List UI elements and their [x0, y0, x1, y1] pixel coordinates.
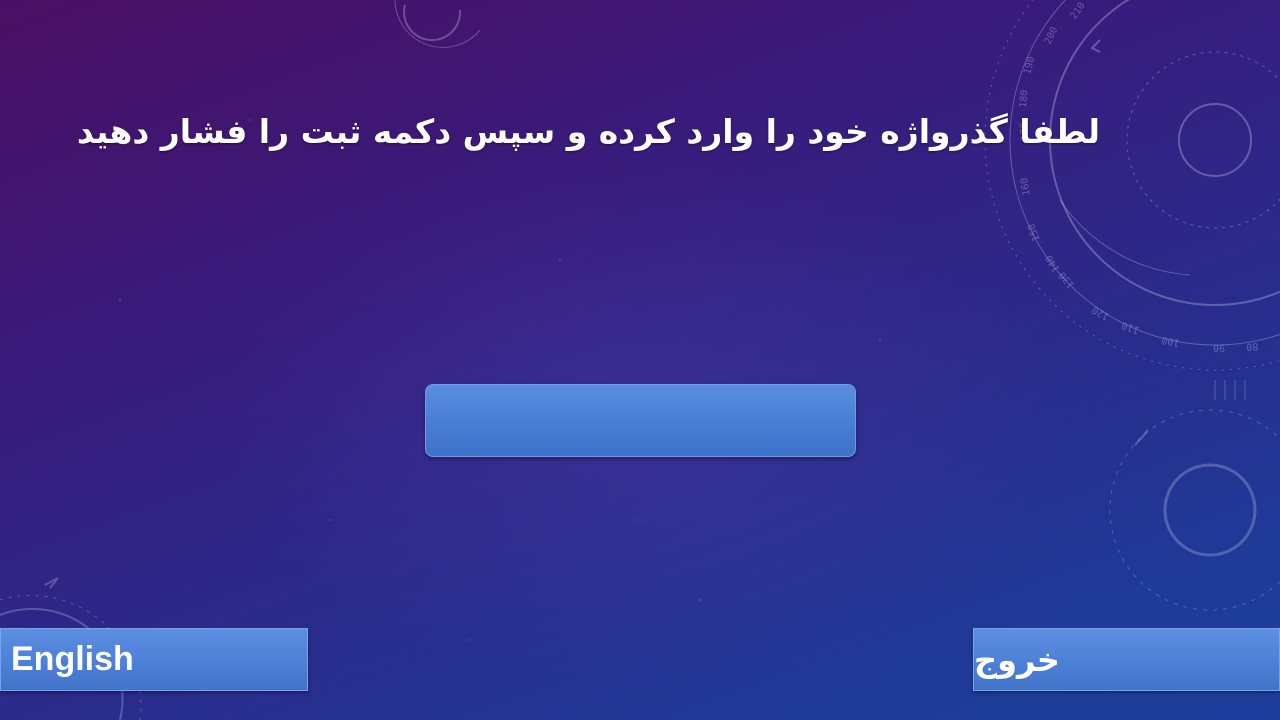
starfield-background: [0, 0, 1280, 720]
english-language-button[interactable]: English: [0, 628, 308, 691]
exit-button[interactable]: خروج: [973, 628, 1280, 691]
password-prompt-heading: لطفا گذرواژه خود را وارد کرده و سپس دکمه…: [76, 112, 1100, 151]
password-input[interactable]: [425, 384, 856, 457]
